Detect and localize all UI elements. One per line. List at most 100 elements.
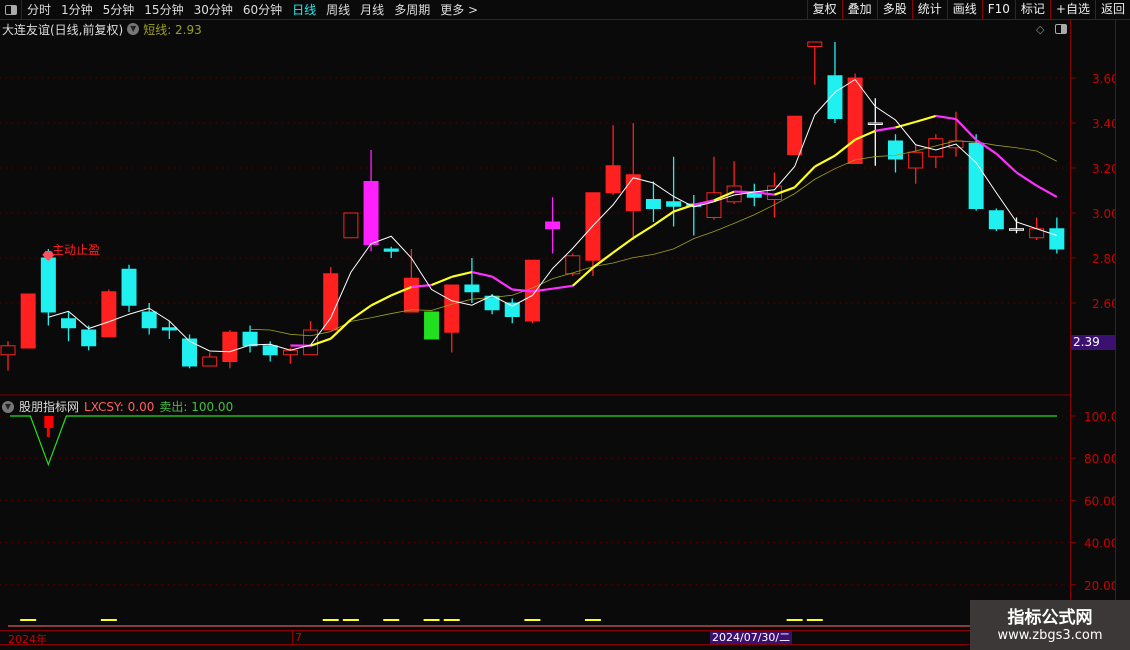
toolbar-button[interactable]: 多股: [876, 0, 912, 20]
stock-title: 大连友谊(日线,前复权): [2, 22, 124, 37]
candle: [81, 329, 97, 347]
bottom-mark: [584, 619, 601, 621]
toolbar-button[interactable]: +自选: [1049, 0, 1095, 20]
lxcsy-bar-stem: [46, 428, 50, 437]
candle: [323, 273, 339, 331]
candle: [666, 201, 682, 207]
period-tab[interactable]: 更多 >: [435, 1, 483, 18]
candle: [242, 331, 258, 347]
watermark-name: 指标公式网: [1007, 608, 1093, 628]
ma-mid-segment: [793, 165, 816, 189]
signal-label: 主动止盈: [52, 243, 101, 257]
toolbar-button[interactable]: 画线: [946, 0, 982, 20]
ma-mid-segment: [632, 224, 655, 239]
candle: [464, 284, 480, 293]
chevron-down-icon[interactable]: ▼: [127, 23, 140, 35]
sub-y-tick-label: 40.00: [1084, 537, 1118, 551]
ma-mid-segment: [652, 210, 675, 227]
candle: [807, 41, 823, 47]
kline-chart[interactable]: 3.603.403.203.002.802.60100.080.0060.004…: [0, 0, 1130, 650]
ma-mid-segment: [612, 237, 634, 254]
period-tab[interactable]: 5分钟: [98, 1, 140, 18]
candle: [847, 77, 863, 164]
lxcsy-value: LXCSY: 0.00: [84, 399, 155, 414]
bottom-mark: [342, 619, 359, 621]
period-tab[interactable]: 月线: [355, 1, 389, 18]
candle: [363, 181, 379, 245]
candle: [101, 291, 117, 338]
ma-mid-segment: [875, 126, 896, 132]
ma-mid-segment: [431, 275, 453, 287]
candle: [282, 349, 298, 356]
toolbar-button[interactable]: 复权: [806, 0, 842, 20]
period-tab[interactable]: 30分钟: [189, 1, 238, 18]
toolbar-button[interactable]: 统计: [911, 0, 947, 20]
candle: [424, 311, 440, 340]
candle: [121, 268, 137, 306]
year-label: 2024年: [8, 633, 47, 646]
right-side-panel[interactable]: [1115, 20, 1130, 630]
ma-mid-segment: [1015, 171, 1038, 187]
candle: [444, 284, 460, 333]
sell-value: 卖出: 100.00: [159, 400, 234, 414]
candle: [645, 199, 661, 209]
sub-y-tick-label: 80.00: [1084, 452, 1118, 466]
candle: [908, 151, 924, 169]
period-tab[interactable]: 1分钟: [56, 1, 98, 18]
date-axis: 2024年 7: [0, 630, 1070, 646]
ma-mid-segment: [471, 270, 493, 278]
candle: [141, 311, 157, 329]
indicator-value: 短线: 2.93: [143, 22, 202, 37]
period-tab[interactable]: 日线: [287, 1, 321, 18]
toolbar-button[interactable]: 叠加: [841, 0, 877, 20]
toolbar-button[interactable]: 返回: [1094, 0, 1130, 20]
bottom-mark: [806, 619, 823, 621]
chevron-down-icon[interactable]: ▼: [2, 400, 14, 413]
bottom-mark: [383, 619, 400, 621]
sell-line: [10, 415, 1057, 467]
candle: [968, 142, 984, 209]
period-tab[interactable]: 周线: [321, 1, 355, 18]
candle: [182, 338, 198, 367]
diamond-icon[interactable]: ◇: [1036, 23, 1044, 36]
candle: [887, 140, 903, 160]
candle: [988, 210, 1004, 230]
bottom-mark: [100, 619, 117, 621]
period-tab[interactable]: 分时: [22, 1, 56, 18]
sub-y-tick-label: 60.00: [1084, 494, 1118, 508]
period-tab[interactable]: 60分钟: [238, 1, 287, 18]
sub-y-tick-label: 20.00: [1084, 579, 1118, 593]
candle: [625, 174, 641, 212]
panel-toggle-icon[interactable]: [1055, 24, 1067, 34]
candle: [787, 115, 803, 155]
bottom-mark: [524, 619, 541, 621]
sub-panel-title: ▼ 股朋指标网 LXCSY: 0.00 卖出: 100.00: [2, 398, 233, 415]
toolbar-button[interactable]: 标记: [1014, 0, 1050, 20]
ma-mid-segment: [552, 284, 573, 290]
candle: [1049, 228, 1065, 250]
bottom-mark: [423, 619, 440, 621]
lxcsy-bar: [44, 416, 54, 428]
ma-mid-segment: [995, 152, 1018, 174]
candle: [403, 277, 419, 313]
candle: [202, 356, 218, 367]
candle: [0, 345, 16, 356]
main-title: 大连友谊(日线,前复权) ▼ 短线: 2.93: [2, 21, 202, 37]
bottom-mark: [322, 619, 339, 621]
candle: [867, 122, 883, 125]
bottom-mark: [786, 619, 803, 621]
watermark: 指标公式网 www.zbgs3.com: [970, 600, 1130, 650]
candle: [545, 221, 561, 230]
period-tab[interactable]: 15分钟: [139, 1, 188, 18]
panel-toggle-icon[interactable]: [0, 0, 22, 20]
bottom-mark: [20, 619, 37, 621]
candle: [343, 212, 359, 239]
toolbar-button[interactable]: F10: [981, 0, 1015, 20]
candle: [706, 192, 722, 218]
candle: [262, 345, 278, 356]
cursor-date: 2024/07/30/二: [710, 631, 793, 644]
period-tab[interactable]: 多周期: [389, 1, 435, 18]
ma-mid-segment: [350, 304, 372, 321]
candle: [161, 327, 177, 331]
candle: [928, 138, 944, 158]
